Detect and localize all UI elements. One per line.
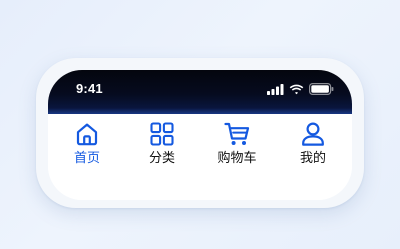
tab-cart[interactable]: 购物车 xyxy=(207,120,267,172)
tab-profile-label: 我的 xyxy=(299,151,326,166)
shopping-cart-icon xyxy=(224,122,250,145)
cellular-signal-icon xyxy=(267,83,284,95)
status-time: 9:41 xyxy=(76,81,103,96)
tab-profile[interactable]: 我的 xyxy=(283,120,343,172)
tab-category-label: 分类 xyxy=(148,151,175,166)
home-icon xyxy=(76,123,98,146)
status-bar: 9:41 xyxy=(48,70,352,114)
user-icon xyxy=(302,122,324,146)
battery-icon xyxy=(309,83,334,95)
tab-home-label: 首页 xyxy=(73,151,100,166)
system-icons xyxy=(267,83,334,95)
tab-cart-label: 购物车 xyxy=(217,151,257,166)
tab-home[interactable]: 首页 xyxy=(57,120,117,172)
tab-bar: 首页 分类 购物车 我的 xyxy=(48,114,352,200)
grid-icon xyxy=(150,122,174,146)
phone-screen: 9:41 首页 分类 购物车 我的 xyxy=(48,70,352,200)
tab-category[interactable]: 分类 xyxy=(132,120,192,172)
wifi-icon xyxy=(289,84,304,94)
